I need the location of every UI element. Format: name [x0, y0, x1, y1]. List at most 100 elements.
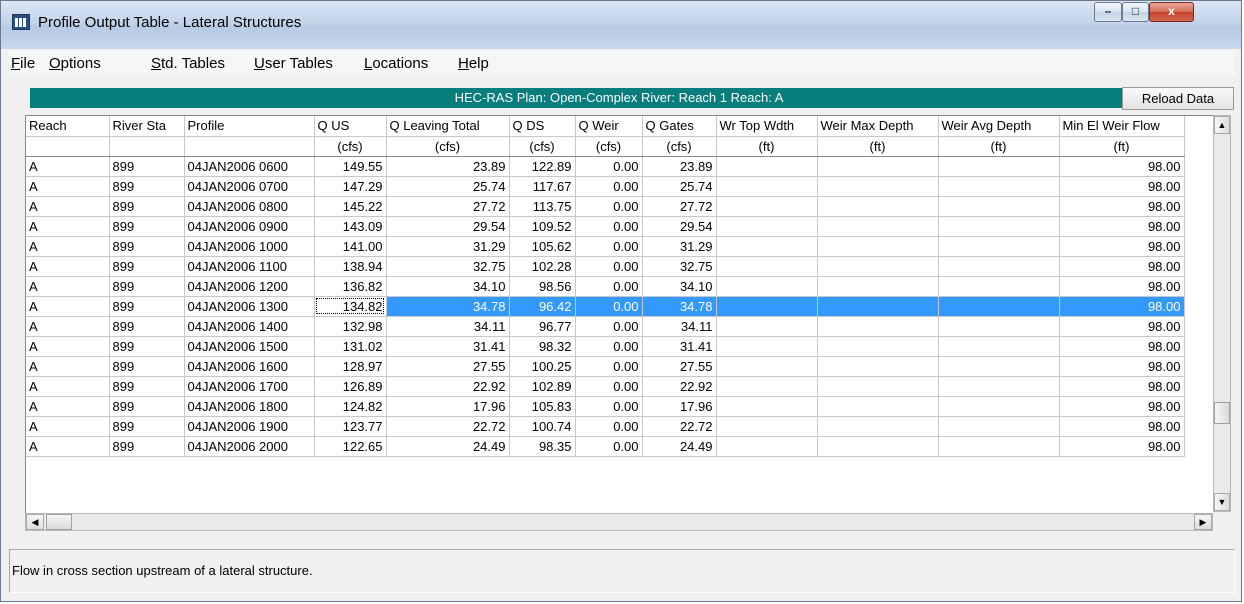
table-row[interactable]: A 899 04JAN2006 1900 123.77 22.72 100.74 0.00 2… [26, 416, 1185, 437]
table-cell[interactable]: 34.11 [642, 316, 717, 337]
table-cell[interactable]: 0.00 [575, 376, 643, 397]
table-cell[interactable]: 04JAN2006 1200 [184, 276, 315, 297]
table-cell[interactable]: 0.00 [575, 156, 643, 177]
table-cell[interactable]: 98.00 [1059, 336, 1185, 357]
table-cell[interactable]: 32.75 [386, 256, 510, 277]
table-cell[interactable] [817, 416, 939, 437]
table-cell[interactable]: 31.41 [642, 336, 717, 357]
table-cell[interactable]: A [26, 216, 110, 237]
table-cell[interactable]: 899 [109, 416, 185, 437]
table-cell[interactable]: 0.00 [575, 436, 643, 457]
table-cell[interactable]: 98.56 [509, 276, 576, 297]
title-bar[interactable]: Profile Output Table - Lateral Structure… [1, 1, 1241, 49]
close-button[interactable]: x [1149, 2, 1194, 22]
table-cell[interactable]: 17.96 [642, 396, 717, 417]
table-cell[interactable]: 04JAN2006 1600 [184, 356, 315, 377]
vertical-scrollbar[interactable]: ▲ ▼ [1213, 115, 1231, 512]
table-cell[interactable]: 34.10 [386, 276, 510, 297]
scroll-right-icon[interactable]: ▶ [1194, 514, 1212, 530]
table-cell[interactable] [938, 436, 1060, 457]
column-header[interactable]: Q Leaving Total [386, 116, 510, 137]
table-cell[interactable] [938, 336, 1060, 357]
column-header[interactable]: Weir Max Depth [817, 116, 939, 137]
table-cell[interactable]: 122.89 [509, 156, 576, 177]
column-header[interactable]: Q Weir [575, 116, 643, 137]
table-cell[interactable]: 27.72 [386, 196, 510, 217]
column-header[interactable]: Q Gates [642, 116, 717, 137]
table-cell[interactable]: 0.00 [575, 396, 643, 417]
table-cell[interactable] [716, 236, 818, 257]
minimize-button[interactable]: – [1094, 2, 1122, 22]
menu-help[interactable]: Help [458, 55, 489, 72]
table-cell[interactable]: 22.92 [386, 376, 510, 397]
table-cell[interactable]: 98.00 [1059, 156, 1185, 177]
table-cell[interactable]: 899 [109, 316, 185, 337]
scroll-down-icon[interactable]: ▼ [1214, 493, 1230, 511]
table-cell[interactable]: 98.00 [1059, 436, 1185, 457]
table-cell[interactable]: 23.89 [386, 156, 510, 177]
table-cell[interactable]: 899 [109, 336, 185, 357]
table-cell[interactable] [938, 396, 1060, 417]
table-cell[interactable]: 899 [109, 176, 185, 197]
table-cell[interactable]: 22.72 [642, 416, 717, 437]
table-cell[interactable]: 31.29 [386, 236, 510, 257]
scroll-up-icon[interactable]: ▲ [1214, 116, 1230, 134]
table-cell[interactable] [817, 376, 939, 397]
table-cell[interactable]: 31.29 [642, 236, 717, 257]
table-cell[interactable]: 123.77 [314, 416, 387, 437]
table-cell[interactable]: 0.00 [575, 236, 643, 257]
table-cell[interactable]: 29.54 [642, 216, 717, 237]
table-cell[interactable]: 138.94 [314, 256, 387, 277]
table-cell[interactable]: A [26, 196, 110, 217]
table-cell[interactable]: 98.00 [1059, 256, 1185, 277]
table-cell[interactable] [938, 356, 1060, 377]
table-cell[interactable]: 102.89 [509, 376, 576, 397]
table-cell[interactable]: 98.00 [1059, 296, 1185, 317]
table-cell[interactable]: 0.00 [575, 196, 643, 217]
table-cell[interactable]: A [26, 376, 110, 397]
table-cell[interactable]: 109.52 [509, 216, 576, 237]
table-cell[interactable]: 132.98 [314, 316, 387, 337]
table-cell[interactable]: 98.00 [1059, 316, 1185, 337]
table-cell[interactable]: A [26, 276, 110, 297]
table-cell[interactable] [938, 376, 1060, 397]
table-cell[interactable]: 143.09 [314, 216, 387, 237]
column-header[interactable]: Weir Avg Depth [938, 116, 1060, 137]
table-cell[interactable]: 100.74 [509, 416, 576, 437]
table-cell[interactable]: 0.00 [575, 336, 643, 357]
column-header[interactable]: Wr Top Wdth [716, 116, 818, 137]
table-cell[interactable] [817, 176, 939, 197]
table-cell[interactable]: 34.11 [386, 316, 510, 337]
table-cell[interactable]: 0.00 [575, 256, 643, 277]
table-cell[interactable]: 98.00 [1059, 216, 1185, 237]
table-cell[interactable] [938, 196, 1060, 217]
table-cell[interactable]: 124.82 [314, 396, 387, 417]
table-cell[interactable]: 899 [109, 356, 185, 377]
table-cell[interactable]: 34.78 [386, 296, 510, 317]
table-cell[interactable]: 0.00 [575, 356, 643, 377]
table-cell[interactable]: 126.89 [314, 376, 387, 397]
table-cell[interactable] [716, 396, 818, 417]
table-cell[interactable]: 141.00 [314, 236, 387, 257]
table-row[interactable]: A 899 04JAN2006 0700 147.29 25.74 117.67 0.00 2… [26, 176, 1185, 197]
table-cell[interactable]: 899 [109, 256, 185, 277]
table-cell[interactable] [817, 336, 939, 357]
table-cell[interactable]: 96.42 [509, 296, 576, 317]
table-cell[interactable]: 04JAN2006 2000 [184, 436, 315, 457]
table-cell[interactable]: 31.41 [386, 336, 510, 357]
column-header[interactable]: Reach [26, 116, 110, 137]
table-cell[interactable] [817, 276, 939, 297]
table-cell[interactable]: 32.75 [642, 256, 717, 277]
table-row[interactable]: A 899 04JAN2006 0900 143.09 29.54 109.52 0.00 2… [26, 216, 1185, 237]
table-cell[interactable]: 17.96 [386, 396, 510, 417]
column-header[interactable]: Q US [314, 116, 387, 137]
column-header[interactable]: Q DS [509, 116, 576, 137]
table-cell[interactable]: 0.00 [575, 296, 643, 317]
table-cell[interactable]: 0.00 [575, 216, 643, 237]
table-row[interactable]: A 899 04JAN2006 1000 141.00 31.29 105.62 0.00 3… [26, 236, 1185, 257]
column-header[interactable]: Min El Weir Flow [1059, 116, 1185, 137]
menu-file[interactable]: File [11, 55, 35, 72]
table-cell[interactable]: 899 [109, 216, 185, 237]
table-cell[interactable]: 22.72 [386, 416, 510, 437]
table-cell[interactable] [716, 376, 818, 397]
